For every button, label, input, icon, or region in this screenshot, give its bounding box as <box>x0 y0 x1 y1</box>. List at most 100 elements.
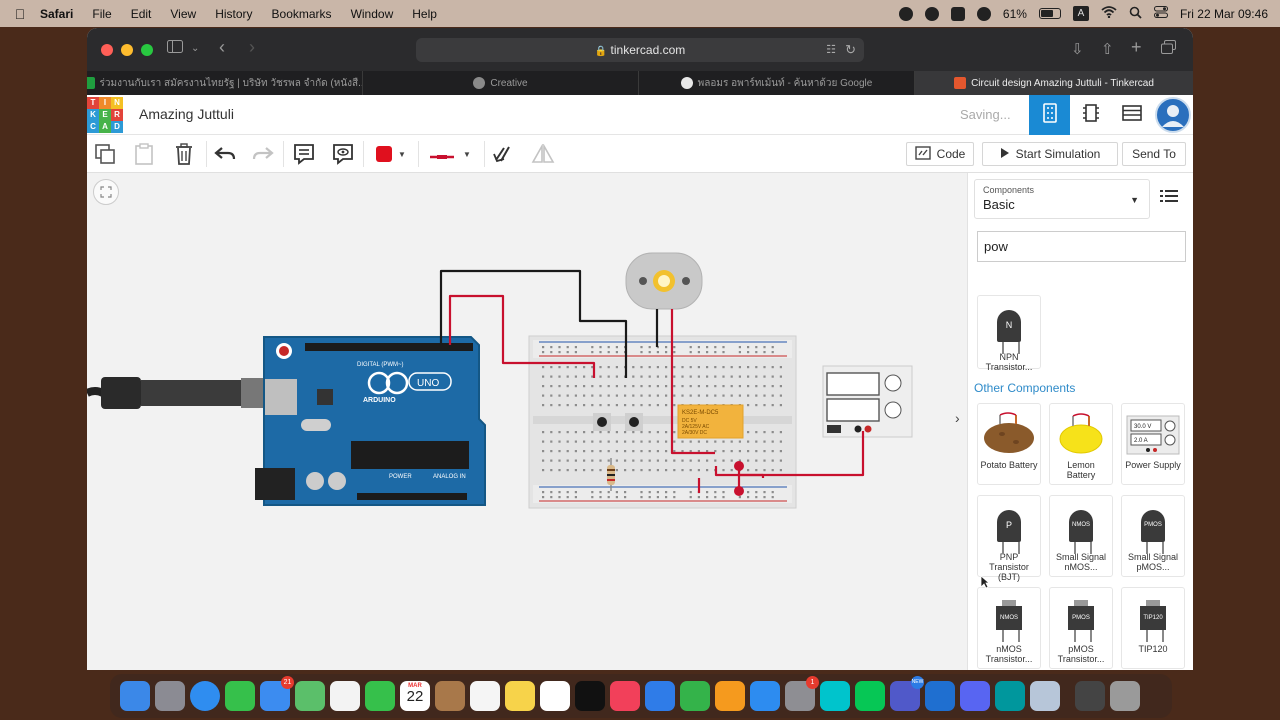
close-window-button[interactable] <box>101 43 113 56</box>
menu-edit[interactable]: Edit <box>131 7 152 21</box>
launchpad-icon[interactable] <box>155 681 185 711</box>
wire-color-picker[interactable]: ▼ <box>373 142 409 166</box>
record-icon[interactable] <box>898 6 913 21</box>
contacts-icon[interactable] <box>435 681 465 711</box>
minimize-window-button[interactable] <box>121 43 133 56</box>
power-supply[interactable] <box>822 365 913 438</box>
rotate-icon[interactable] <box>491 142 515 166</box>
messages-icon[interactable] <box>225 681 255 711</box>
finder-icon[interactable] <box>120 681 150 711</box>
menu-bookmarks[interactable]: Bookmarks <box>272 7 332 21</box>
photos-icon[interactable] <box>330 681 360 711</box>
chevron-down-icon[interactable]: ⌄ <box>191 43 199 54</box>
keynote-icon[interactable] <box>645 681 675 711</box>
pages-icon[interactable] <box>715 681 745 711</box>
input-source-indicator[interactable]: A <box>1072 6 1089 21</box>
tab-overview-icon[interactable] <box>1161 40 1176 58</box>
tab-creative[interactable]: Creative <box>363 71 639 95</box>
reminders-icon[interactable] <box>470 681 500 711</box>
canva-icon[interactable] <box>820 681 850 711</box>
component-card-pnp-transistor[interactable]: P PNP Transistor (BJT) <box>977 495 1041 582</box>
design-title[interactable]: Amazing Juttuli <box>139 106 234 122</box>
download-icon[interactable]: ⇩ <box>1071 40 1084 58</box>
safari-icon[interactable] <box>190 681 220 711</box>
vscode-icon[interactable] <box>925 681 955 711</box>
battery-icon[interactable] <box>1038 8 1061 19</box>
facetime-icon[interactable] <box>365 681 395 711</box>
discord-icon[interactable] <box>960 681 990 711</box>
component-search-input[interactable] <box>977 231 1186 262</box>
copy-icon[interactable] <box>93 142 117 166</box>
spotlight-search-icon[interactable] <box>1129 6 1142 22</box>
wifi-icon[interactable] <box>1101 6 1117 21</box>
breadboard[interactable] <box>528 335 797 509</box>
address-bar[interactable]: 🔒 tinkercad.com ☷ ↻ <box>416 38 864 62</box>
relay[interactable]: KS2E-M-DC5 DC 5V 2A/125V AC 2A/30V DC <box>677 404 744 439</box>
paste-icon[interactable] <box>132 142 156 166</box>
arduino-ide-icon[interactable] <box>995 681 1025 711</box>
component-card-nmos-transistor[interactable]: NMOS nMOS Transistor... <box>977 587 1041 669</box>
sidebar-icon[interactable] <box>167 40 183 57</box>
tab-tinkercad[interactable]: Circuit design Amazing Juttuli - Tinkerc… <box>915 71 1193 95</box>
play-icon[interactable] <box>976 6 991 21</box>
downloads-stack-icon[interactable] <box>1075 681 1105 711</box>
trash-icon[interactable] <box>172 142 196 166</box>
component-card-pmos-transistor[interactable]: PMOS pMOS Transistor... <box>1049 587 1113 669</box>
new-tab-icon[interactable]: + <box>1131 37 1142 58</box>
start-simulation-button[interactable]: Start Simulation <box>982 142 1118 166</box>
collapse-panel-icon[interactable]: › <box>955 410 967 436</box>
circuit-canvas[interactable]: DIGITAL (PWM~) ARDUINO UNO POWER ANALOG … <box>87 173 967 670</box>
control-center-icon[interactable] <box>1153 6 1168 21</box>
apple-tv-icon[interactable] <box>575 681 605 711</box>
share-icon[interactable]: ⇧ <box>1101 40 1114 58</box>
arduino-uno-board[interactable]: DIGITAL (PWM~) ARDUINO UNO POWER ANALOG … <box>255 336 486 506</box>
component-card-tip120[interactable]: TIP120 TIP120 <box>1121 587 1185 669</box>
menu-file[interactable]: File <box>92 7 111 21</box>
tab-google-search[interactable]: พลอมร อพาร์ทเม้นท์ - ค้นหาด้วย Google <box>639 71 915 95</box>
menu-window[interactable]: Window <box>351 7 394 21</box>
component-card-lemon-battery[interactable]: Lemon Battery <box>1049 403 1113 485</box>
pushbutton-1[interactable] <box>593 413 611 431</box>
code-button[interactable]: Code <box>906 142 974 166</box>
component-card-small-signal-pmos[interactable]: PMOS Small Signal pMOS... <box>1121 495 1185 577</box>
music-icon[interactable] <box>610 681 640 711</box>
tab-thairath-jobs[interactable]: ร่วมงานกับเรา สมัครงานไทยรัฐ | บริษัท วั… <box>87 71 363 95</box>
notes-visibility-icon[interactable] <box>331 142 355 166</box>
menu-app-name[interactable]: Safari <box>40 7 73 21</box>
flip-icon[interactable] <box>531 142 555 166</box>
component-card-small-signal-nmos[interactable]: NMOS Small Signal nMOS... <box>1049 495 1113 577</box>
menu-help[interactable]: Help <box>412 7 437 21</box>
translate-icon[interactable]: ☷ <box>826 38 836 62</box>
menu-history[interactable]: History <box>215 7 252 21</box>
user-avatar[interactable] <box>1155 97 1191 133</box>
component-card-potato-battery[interactable]: Potato Battery <box>977 403 1041 485</box>
teams-icon[interactable]: NEW <box>890 676 924 711</box>
apple-icon[interactable]:  <box>0 6 40 22</box>
menu-view[interactable]: View <box>170 7 196 21</box>
components-dropdown[interactable]: Components Basic ▼ <box>974 179 1150 219</box>
wire-type-picker[interactable]: ▼ <box>425 142 475 166</box>
schematic-view-button[interactable] <box>1070 95 1111 135</box>
undo-icon[interactable] <box>213 142 237 166</box>
contrast-icon[interactable] <box>924 6 939 21</box>
redo-icon[interactable] <box>251 142 275 166</box>
numbers-icon[interactable] <box>680 681 710 711</box>
preview-icon[interactable] <box>1030 681 1060 711</box>
trash-bin-icon[interactable] <box>1110 681 1140 711</box>
pushbutton-2[interactable] <box>625 413 643 431</box>
maps-icon[interactable] <box>295 681 325 711</box>
forward-icon[interactable]: › <box>249 37 255 58</box>
list-view-icon[interactable] <box>1160 189 1184 209</box>
notes-app-icon[interactable] <box>505 681 535 711</box>
back-icon[interactable]: ‹ <box>219 37 225 58</box>
tinkercad-logo[interactable]: T I N K E R C A D <box>87 97 123 133</box>
zoom-window-button[interactable] <box>141 43 153 56</box>
dc-motor[interactable] <box>625 252 703 310</box>
notes-icon[interactable] <box>292 142 316 166</box>
component-card-npn-transistor[interactable]: N NPN Transistor... <box>977 295 1041 372</box>
circuit-view-button[interactable] <box>1029 95 1070 135</box>
freeform-icon[interactable] <box>540 681 570 711</box>
clock[interactable]: Fri 22 Mar 09:46 <box>1180 7 1268 21</box>
component-list-button[interactable] <box>1111 95 1152 135</box>
send-to-button[interactable]: Send To <box>1122 142 1186 166</box>
